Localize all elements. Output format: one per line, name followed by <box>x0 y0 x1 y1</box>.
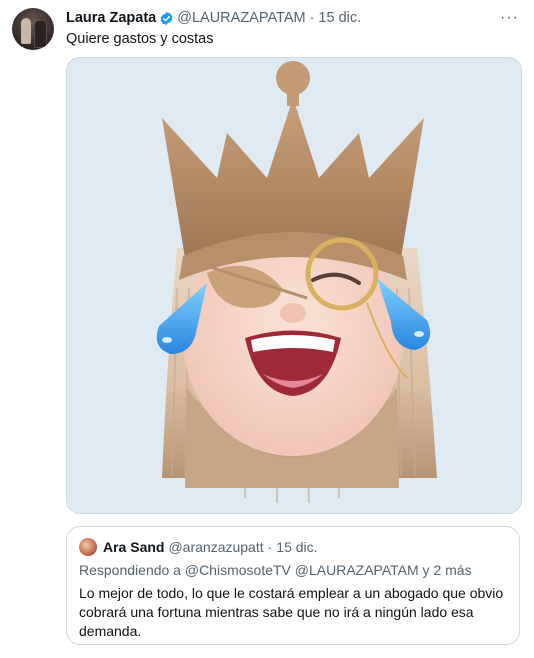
more-options-icon[interactable]: ··· <box>500 9 519 27</box>
quote-separator-dot: · <box>267 539 273 555</box>
quote-author-handle[interactable]: @aranzazupatt <box>168 539 263 555</box>
quote-header: Ara Sand @aranzazupatt · 15 dic. <box>103 539 318 555</box>
separator-dot: · <box>309 10 315 26</box>
quote-author-name[interactable]: Ara Sand <box>103 539 164 555</box>
author-avatar[interactable] <box>12 8 54 50</box>
memoji-crown-laughing-tears-icon <box>156 61 437 504</box>
tweet-media-image[interactable] <box>66 57 522 514</box>
tweet-date[interactable]: 15 dic. <box>318 10 361 26</box>
avatar-figure-left <box>21 18 31 44</box>
quote-author-avatar[interactable] <box>79 538 97 556</box>
author-name[interactable]: Laura Zapata <box>66 10 156 26</box>
quote-text: Lo mejor de todo, lo que le costará empl… <box>79 585 504 639</box>
avatar-figure-right <box>34 20 47 48</box>
tweet-header: Laura Zapata @LAURAZAPATAM · 15 dic. <box>66 9 494 27</box>
quoted-tweet[interactable]: Ara Sand @aranzazupatt · 15 dic. Respond… <box>66 526 520 645</box>
quote-date[interactable]: 15 dic. <box>276 539 317 555</box>
author-handle[interactable]: @LAURAZAPATAM <box>177 10 305 26</box>
replying-to-text: Respondiendo a @ChismosoteTV @LAURAZAPAT… <box>79 562 472 578</box>
verified-badge-icon <box>160 11 173 25</box>
tweet-text: Quiere gastos y costas <box>66 31 214 47</box>
